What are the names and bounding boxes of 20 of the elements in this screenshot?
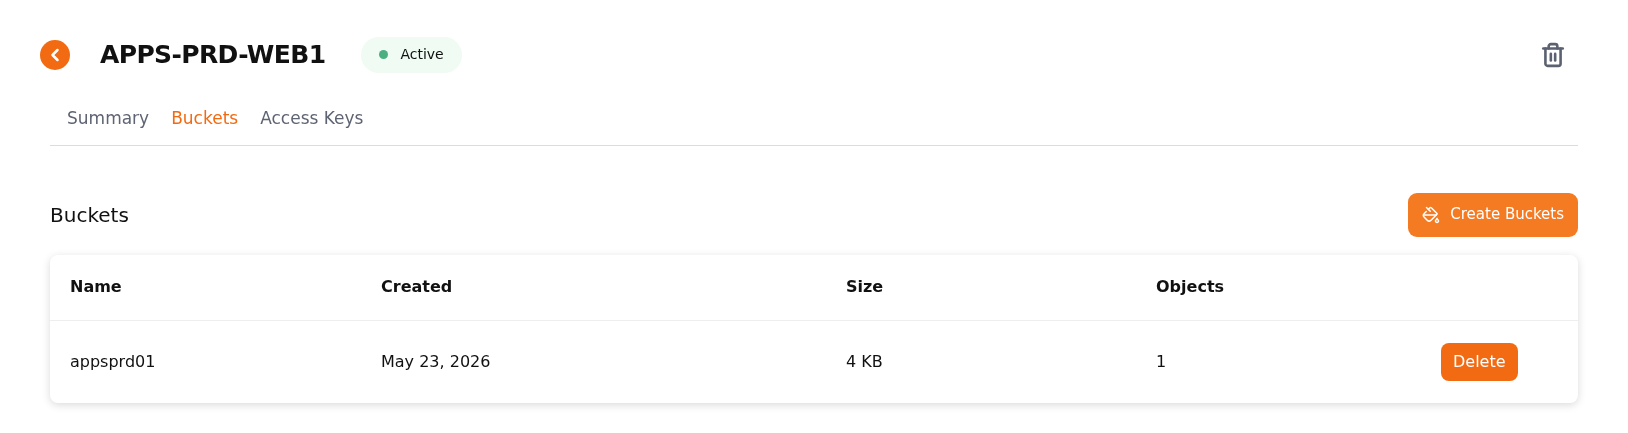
page-title: APPS-PRD-WEB1 — [100, 38, 326, 71]
column-header: Created — [381, 276, 454, 298]
bucket-icon — [1422, 205, 1441, 224]
section-title: Buckets — [50, 201, 129, 229]
create-buckets-button[interactable]: Create Buckets — [1408, 192, 1578, 237]
status-label: Active — [400, 45, 444, 64]
column-header: Name — [70, 276, 123, 298]
tab[interactable]: Buckets — [160, 106, 250, 145]
table-cell-text: 1 — [1156, 350, 1168, 373]
back-button[interactable] — [40, 39, 70, 70]
table-cell-text: 4 KB — [846, 350, 884, 373]
column-header: Objects — [1156, 276, 1226, 298]
trash-icon — [1540, 41, 1566, 68]
tab[interactable]: Summary — [56, 106, 161, 145]
tab[interactable]: Access Keys — [249, 106, 375, 145]
column-header: Size — [846, 276, 885, 298]
delete-button[interactable]: Delete — [1441, 342, 1518, 381]
table-cell-text: appsprd01 — [70, 350, 157, 373]
table-cell-text: May 23, 2026 — [381, 350, 492, 373]
delete-icon-button[interactable] — [1540, 41, 1566, 68]
